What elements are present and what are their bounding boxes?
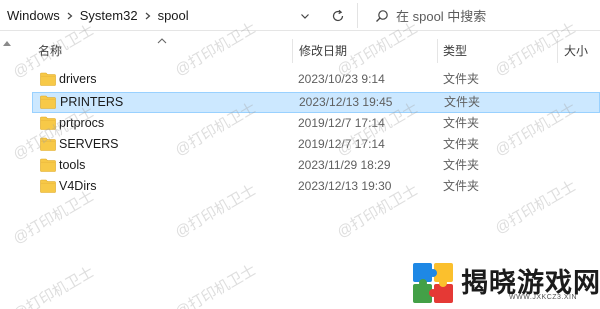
column-header-size[interactable]: 大小 [564,35,588,65]
file-type: 文件夹 [443,137,480,151]
file-type: 文件夹 [444,95,481,109]
list-item-tools[interactable]: tools 2023/11/29 18:29 文件夹 [32,155,600,176]
chevron-down-icon[interactable] [291,0,319,31]
file-modified: 2019/12/7 17:14 [298,116,385,130]
column-divider[interactable] [437,39,438,63]
column-header-type[interactable]: 类型 [443,35,467,65]
puzzle-logo-icon [413,263,453,303]
column-divider[interactable] [292,39,293,63]
file-name: SERVERS [59,137,119,151]
search-box[interactable]: 在 spool 中搜索 [363,0,600,31]
file-modified: 2023/12/13 19:45 [299,95,393,109]
folder-icon [40,95,56,109]
column-header-modified[interactable]: 修改日期 [299,35,347,65]
folder-icon [40,158,56,172]
address-toolbar: Windows System32 spool 在 spool 中搜索 [0,0,600,31]
search-icon [368,0,396,31]
breadcrumb-spool[interactable]: spool [158,8,189,23]
folder-icon [40,116,56,130]
folder-icon [40,179,56,193]
file-modified: 2023/11/29 18:29 [298,158,391,172]
list-item-drivers[interactable]: drivers 2023/10/23 9:14 文件夹 [32,69,600,90]
list-item-v4dirs[interactable]: V4Dirs 2023/12/13 19:30 文件夹 [32,176,600,197]
navigation-pane-scrollbar[interactable] [0,31,14,309]
file-name: tools [59,158,86,172]
site-logo-url: WWW.JXKCZ3.XIN [509,294,578,301]
watermark: @打印机卫士 [10,263,97,309]
chevron-right-icon[interactable] [63,0,77,31]
file-type: 文件夹 [443,158,480,172]
file-name: V4Dirs [59,179,97,193]
column-header-name[interactable]: 名称 [38,35,62,65]
file-modified: 2019/12/7 17:14 [298,137,385,151]
list-item-servers[interactable]: SERVERS 2019/12/7 17:14 文件夹 [32,134,600,155]
file-name: prtprocs [59,116,105,130]
site-logo: 揭晓游戏网 WWW.JXKCZ3.XIN [409,259,600,307]
breadcrumb-system32[interactable]: System32 [80,8,138,23]
file-type: 文件夹 [443,72,480,86]
folder-icon [40,137,56,151]
folder-icon [40,72,56,86]
watermark: @打印机卫士 [172,261,259,309]
breadcrumb-windows[interactable]: Windows [7,8,60,23]
file-type: 文件夹 [443,116,480,130]
list-item-prtprocs[interactable]: prtprocs 2019/12/7 17:14 文件夹 [32,113,600,134]
column-headers: 名称 修改日期 类型 大小 [0,35,600,65]
file-type: 文件夹 [443,179,480,193]
sort-ascending-icon [157,38,167,44]
file-modified: 2023/12/13 19:30 [298,179,392,193]
chevron-right-icon[interactable] [141,0,155,31]
column-divider[interactable] [557,39,558,63]
refresh-icon[interactable] [325,0,351,31]
file-modified: 2023/10/23 9:14 [298,72,385,86]
divider [357,3,358,28]
file-name: drivers [59,72,97,86]
list-item-printers[interactable]: PRINTERS 2023/12/13 19:45 文件夹 [32,92,600,113]
file-name: PRINTERS [60,95,124,109]
search-input[interactable]: 在 spool 中搜索 [396,6,486,25]
